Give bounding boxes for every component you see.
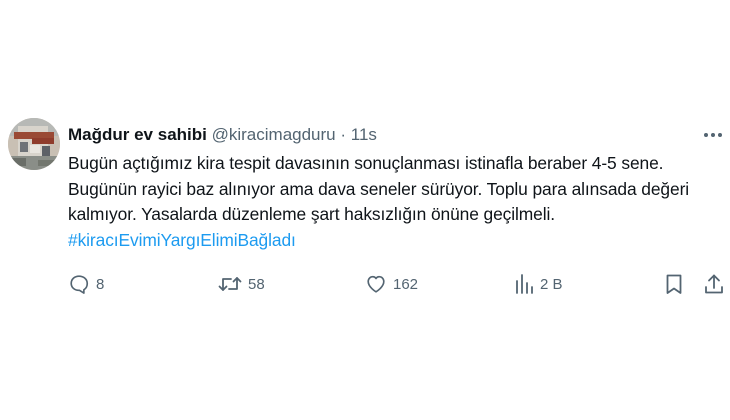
tweet-timestamp[interactable]: 11s	[351, 125, 377, 144]
bar-chart-icon	[516, 274, 533, 294]
author-name[interactable]: Mağdur ev sahibi	[68, 125, 207, 144]
tweet-body: Bugün açtığımız kira tespit davasının so…	[68, 153, 690, 224]
retweet-button[interactable]: 58	[218, 270, 265, 298]
reply-button[interactable]: 8	[68, 270, 104, 298]
heart-icon	[367, 275, 385, 293]
author-handle[interactable]: @kiracimagduru	[212, 125, 336, 144]
share-button[interactable]	[704, 270, 724, 298]
hashtag-link[interactable]: #kiracıEvimiYargıElimiBağladı	[68, 230, 296, 250]
separator-dot: ·	[340, 125, 347, 144]
avatar-image	[8, 118, 60, 170]
tweet-header: Mağdur ev sahibi @kiracimagduru · 11s	[68, 124, 377, 146]
like-button[interactable]: 162	[365, 270, 418, 298]
bookmark-button[interactable]	[665, 270, 683, 298]
tweet-actions: 8 58 162 2 B	[68, 270, 728, 300]
views-count: 2 B	[540, 275, 563, 293]
reply-icon	[70, 275, 89, 294]
author-avatar[interactable]	[8, 118, 60, 170]
retweet-count: 58	[248, 275, 265, 293]
share-icon	[705, 274, 723, 294]
views-button[interactable]: 2 B	[514, 270, 563, 298]
tweet-card[interactable]: Mağdur ev sahibi @kiracimagduru · 11s Bu…	[0, 0, 730, 420]
bookmark-icon	[666, 274, 682, 294]
more-options-button[interactable]	[700, 124, 726, 146]
more-horizontal-icon	[704, 133, 722, 137]
reply-count: 8	[96, 275, 105, 293]
retweet-icon	[218, 277, 242, 291]
like-count: 162	[393, 275, 419, 293]
tweet-text: Bugün açtığımız kira tespit davasının so…	[68, 151, 718, 253]
